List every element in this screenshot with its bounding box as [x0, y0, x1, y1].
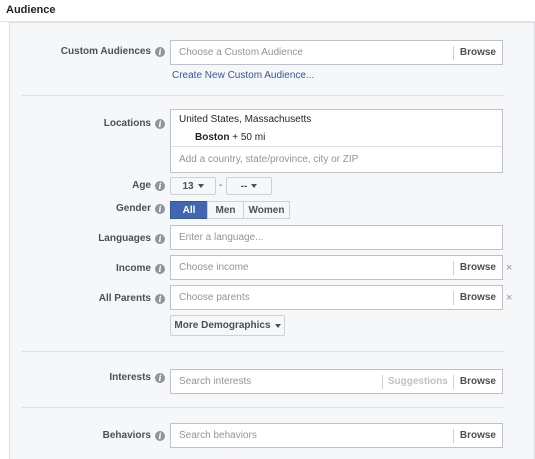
info-icon[interactable]: i — [155, 47, 165, 57]
parents-label: All Parents i — [99, 293, 165, 304]
parents-browse-button[interactable]: Browse — [452, 290, 502, 305]
gender-label: Gender i — [116, 203, 165, 214]
location-entry[interactable]: Boston + 50 mi — [195, 132, 265, 143]
more-demographics-button[interactable]: More Demographics — [170, 315, 285, 336]
parents-placeholder: Choose parents — [179, 292, 250, 303]
behaviors-browse-button[interactable]: Browse — [452, 428, 502, 443]
custom-audience-input[interactable]: Choose a Custom Audience Browse — [170, 40, 503, 65]
close-icon[interactable]: × — [506, 262, 512, 274]
chevron-down-icon — [251, 184, 258, 188]
interests-input[interactable]: Search interests Suggestions Browse — [170, 369, 503, 394]
chevron-down-icon — [197, 184, 204, 188]
behaviors-placeholder: Search behaviors — [179, 430, 257, 441]
behaviors-input[interactable]: Search behaviors Browse — [170, 423, 503, 448]
custom-audience-browse-button[interactable]: Browse — [452, 45, 502, 60]
info-icon[interactable]: i — [155, 181, 165, 191]
divider — [22, 95, 504, 96]
section-title: Audience — [6, 4, 56, 16]
create-custom-audience-link[interactable]: Create New Custom Audience... — [172, 70, 314, 81]
locations-box: United States, Massachusetts Boston + 50… — [170, 109, 503, 173]
info-icon[interactable]: i — [155, 431, 165, 441]
divider — [22, 407, 504, 408]
location-separator — [171, 146, 502, 147]
interests-label: Interests i — [109, 372, 165, 383]
income-browse-button[interactable]: Browse — [452, 260, 502, 275]
info-icon[interactable]: i — [155, 264, 165, 274]
location-search-input[interactable]: Add a country, state/province, city or Z… — [179, 154, 358, 165]
income-placeholder: Choose income — [179, 262, 249, 273]
info-icon[interactable]: i — [155, 119, 165, 129]
languages-label: Languages i — [98, 233, 165, 244]
gender-option-men[interactable]: Men — [207, 201, 244, 219]
custom-audiences-label: Custom Audiences i — [61, 46, 165, 57]
info-icon[interactable]: i — [155, 373, 165, 383]
age-separator: - — [219, 180, 223, 191]
location-country: United States, Massachusetts — [179, 114, 312, 125]
behaviors-label: Behaviors i — [103, 430, 165, 441]
chevron-down-icon — [274, 323, 281, 328]
income-label: Income i — [116, 263, 165, 274]
locations-label: Locations i — [104, 118, 165, 129]
gender-option-women[interactable]: Women — [243, 201, 290, 219]
location-city: Boston — [195, 132, 230, 143]
language-placeholder: Enter a language... — [179, 232, 264, 243]
divider — [22, 351, 504, 352]
age-max-select[interactable]: -- — [226, 177, 272, 195]
close-icon[interactable]: × — [506, 292, 512, 304]
gender-option-all[interactable]: All — [170, 201, 208, 219]
interests-placeholder: Search interests — [179, 376, 252, 387]
interests-browse-button[interactable]: Browse — [452, 374, 502, 389]
age-label: Age i — [132, 180, 165, 191]
language-input[interactable]: Enter a language... — [170, 225, 503, 250]
info-icon[interactable]: i — [155, 294, 165, 304]
info-icon[interactable]: i — [155, 204, 165, 214]
location-radius[interactable]: + 50 mi — [232, 132, 265, 143]
suggestions-button[interactable]: Suggestions — [381, 374, 453, 389]
parents-input[interactable]: Choose parents Browse — [170, 285, 503, 310]
custom-audience-placeholder: Choose a Custom Audience — [179, 47, 303, 58]
age-min-select[interactable]: 13 — [170, 177, 216, 195]
income-input[interactable]: Choose income Browse — [170, 255, 503, 280]
info-icon[interactable]: i — [155, 234, 165, 244]
